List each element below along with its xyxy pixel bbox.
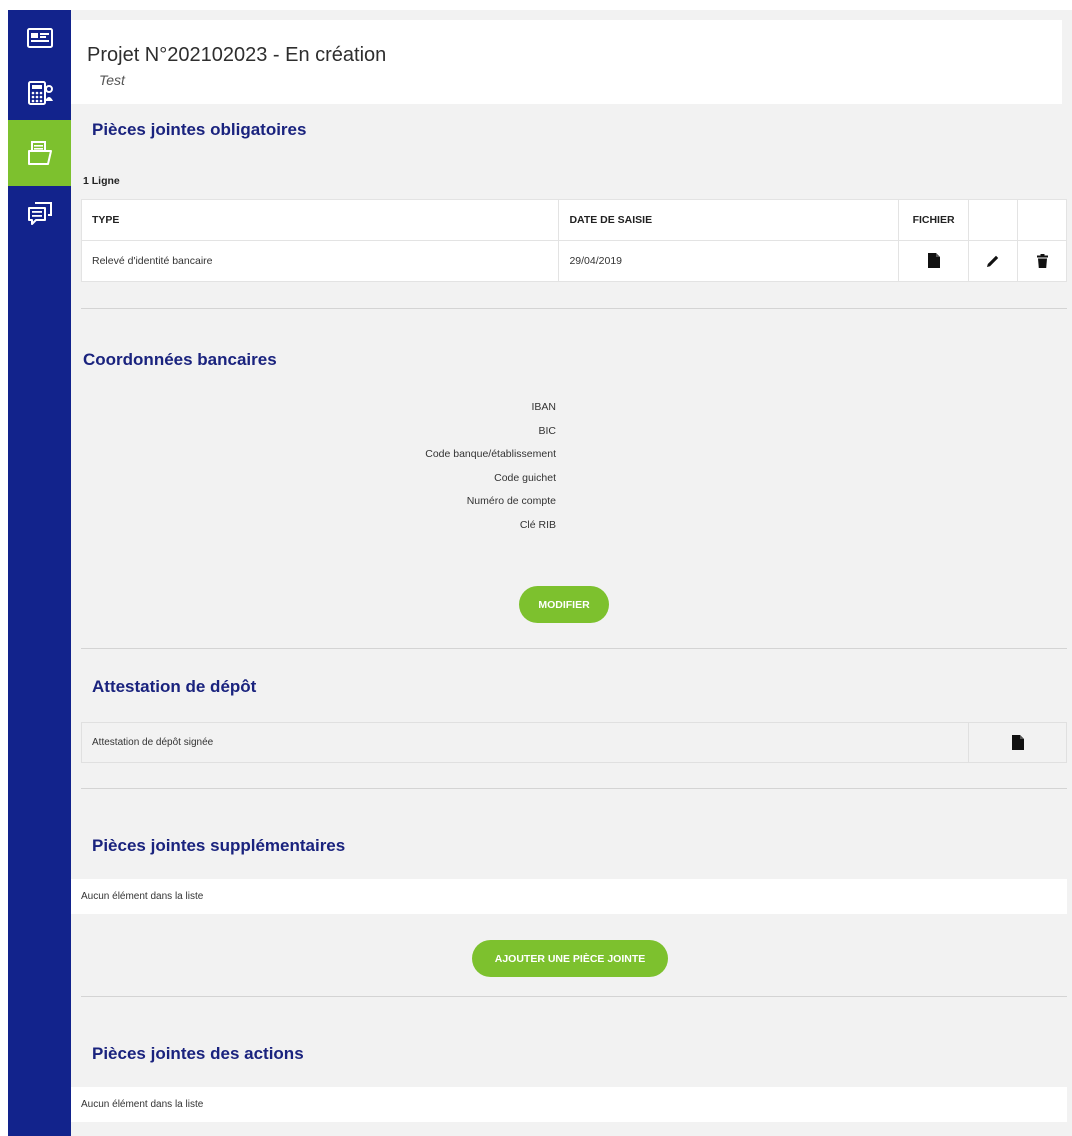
cell-delete bbox=[1017, 240, 1067, 282]
sidebar-item-calculator[interactable] bbox=[8, 65, 71, 120]
deposit-certificate-title: Attestation de dépôt bbox=[92, 677, 257, 696]
cell-file bbox=[898, 240, 970, 282]
divider bbox=[81, 996, 1067, 997]
field-label-account-number: Numéro de compte bbox=[466, 495, 556, 507]
add-attachment-button[interactable]: AJOUTER UNE PIÈCE JOINTE bbox=[472, 940, 668, 977]
folder-document-icon bbox=[27, 141, 52, 165]
table-header-row: TYPE DATE DE SAISIE FICHIER bbox=[80, 199, 1067, 241]
divider bbox=[81, 308, 1067, 309]
file-icon[interactable] bbox=[924, 251, 944, 271]
project-header: Projet N°202102023 - En création Test bbox=[71, 20, 1062, 104]
table-row: Relevé d'identité bancaire 29/04/2019 bbox=[80, 240, 1067, 282]
file-icon[interactable] bbox=[1008, 733, 1028, 753]
calculator-icon bbox=[27, 80, 53, 105]
page-title: Projet N°202102023 - En création bbox=[87, 44, 387, 66]
field-label-bank-code: Code banque/établissement bbox=[425, 448, 556, 460]
column-header-type: TYPE bbox=[80, 199, 560, 241]
cell-type: Relevé d'identité bancaire bbox=[80, 240, 560, 282]
trash-icon[interactable] bbox=[1032, 251, 1052, 271]
field-label-bic: BIC bbox=[538, 424, 556, 437]
deposit-certificate-row: Attestation de dépôt signée bbox=[81, 722, 1067, 763]
cell-date: 29/04/2019 bbox=[558, 240, 900, 282]
cell-edit bbox=[968, 240, 1018, 282]
required-attachments-table: TYPE DATE DE SAISIE FICHIER Relevé d'ide… bbox=[80, 199, 1067, 282]
column-header-file: FICHIER bbox=[898, 199, 970, 241]
sidebar-item-attachments[interactable] bbox=[8, 120, 71, 186]
column-header-date: DATE DE SAISIE bbox=[558, 199, 900, 241]
sidebar bbox=[8, 10, 71, 1136]
column-header-edit bbox=[968, 199, 1018, 241]
main-content: Projet N°202102023 - En création Test Pi… bbox=[71, 10, 1072, 1136]
action-attachments-title: Pièces jointes des actions bbox=[92, 1044, 304, 1063]
field-label-branch-code: Code guichet bbox=[494, 471, 556, 484]
deposit-certificate-file-cell bbox=[968, 723, 1066, 762]
divider bbox=[81, 648, 1067, 649]
field-label-iban: IBAN bbox=[531, 401, 556, 413]
extra-attachments-empty: Aucun élément dans la liste bbox=[71, 879, 1067, 914]
divider bbox=[81, 788, 1067, 789]
bank-details-fields: IBAN BIC Code banque/établissement Code … bbox=[271, 396, 556, 537]
field-label-rib-key: Clé RIB bbox=[519, 518, 556, 531]
sidebar-item-identity[interactable] bbox=[8, 10, 71, 65]
bank-details-title: Coordonnées bancaires bbox=[83, 350, 277, 369]
extra-attachments-title: Pièces jointes supplémentaires bbox=[92, 836, 346, 855]
deposit-certificate-label: Attestation de dépôt signée bbox=[92, 737, 214, 748]
id-card-icon bbox=[26, 27, 53, 48]
column-header-delete bbox=[1017, 199, 1067, 241]
sidebar-item-messages[interactable] bbox=[8, 186, 71, 241]
pencil-icon[interactable] bbox=[983, 251, 1003, 271]
required-attachments-title: Pièces jointes obligatoires bbox=[92, 120, 307, 139]
page-subtitle: Test bbox=[99, 72, 125, 88]
row-count: 1 Ligne bbox=[83, 175, 120, 187]
action-attachments-empty: Aucun élément dans la liste bbox=[71, 1087, 1067, 1122]
chat-icon bbox=[27, 201, 52, 225]
modify-button[interactable]: MODIFIER bbox=[519, 586, 609, 623]
